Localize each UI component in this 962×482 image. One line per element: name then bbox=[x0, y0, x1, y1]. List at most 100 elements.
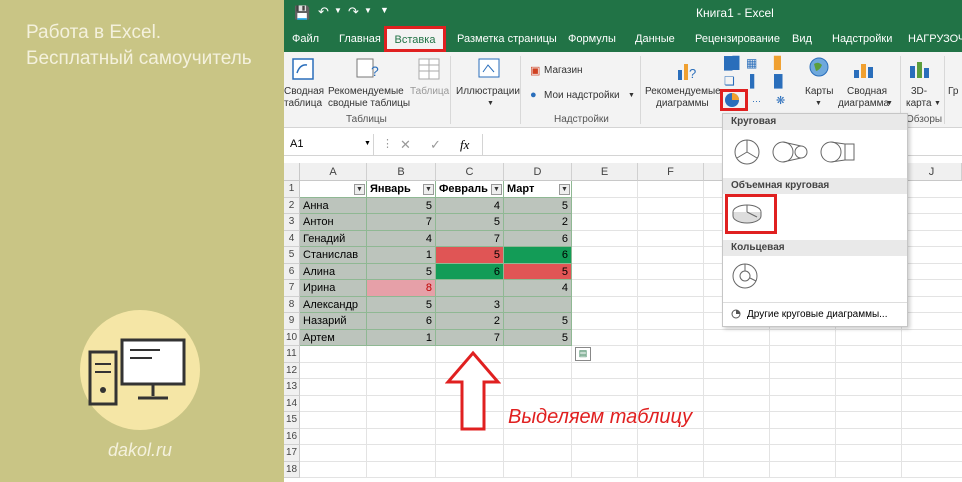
table-cell[interactable]: Анна bbox=[300, 197, 367, 214]
filter-dropdown-icon[interactable]: ▼ bbox=[491, 184, 502, 195]
pivot-chart-dropdown-icon[interactable]: ▼ bbox=[886, 100, 893, 107]
row-header[interactable]: 6 bbox=[284, 263, 300, 280]
table-cell[interactable]: 5 bbox=[504, 313, 572, 330]
column-header-e[interactable]: E bbox=[572, 163, 638, 181]
my-addins-icon[interactable]: ● bbox=[530, 89, 537, 101]
pivot-table-icon[interactable] bbox=[292, 58, 314, 80]
undo-dropdown-icon[interactable]: ▼ bbox=[334, 6, 342, 15]
donut-icon[interactable] bbox=[731, 262, 759, 290]
recommended-charts-label2[interactable]: диаграммы bbox=[656, 98, 709, 110]
recommended-pivot-icon[interactable]: ? bbox=[356, 58, 380, 80]
table-cell[interactable]: 3 bbox=[436, 296, 504, 313]
pie-of-pie-icon[interactable] bbox=[771, 140, 811, 164]
table-cell[interactable]: 5 bbox=[504, 263, 572, 280]
column-header-b[interactable]: B bbox=[367, 163, 436, 181]
scatter-chart-icon[interactable]: ⋯ bbox=[752, 96, 761, 107]
undo-icon[interactable]: ↶ bbox=[318, 4, 329, 20]
table-cell[interactable]: Ирина bbox=[300, 280, 367, 297]
table-cell[interactable]: Антон bbox=[300, 214, 367, 231]
recommended-charts-icon[interactable]: ? bbox=[676, 58, 700, 82]
column-header-j[interactable]: J bbox=[902, 163, 962, 181]
row-header[interactable]: 16 bbox=[284, 428, 300, 445]
row-header[interactable]: 14 bbox=[284, 395, 300, 412]
table-cell[interactable]: Александр bbox=[300, 296, 367, 313]
table-cell[interactable]: 2 bbox=[504, 214, 572, 231]
illustrations-dropdown-icon[interactable]: ▼ bbox=[487, 100, 494, 107]
tab-insert[interactable]: Вставка bbox=[384, 26, 446, 52]
redo-icon[interactable]: ↷ bbox=[348, 4, 359, 20]
filter-dropdown-icon[interactable]: ▼ bbox=[423, 184, 434, 195]
table-cell[interactable]: 4 bbox=[436, 197, 504, 214]
row-header[interactable]: 1 bbox=[284, 181, 300, 198]
tab-review[interactable]: Рецензирование bbox=[695, 33, 780, 45]
table-icon[interactable] bbox=[418, 58, 440, 80]
row-header[interactable]: 3 bbox=[284, 214, 300, 231]
column-header-d[interactable]: D bbox=[504, 163, 572, 181]
pivot-chart-label2[interactable]: диаграмма bbox=[838, 98, 889, 110]
pivot-table-label2[interactable]: таблица bbox=[284, 98, 322, 110]
recommended-charts-label1[interactable]: Рекомендуемые bbox=[645, 86, 721, 98]
tab-load[interactable]: НАГРУЗОЧ bbox=[908, 33, 962, 45]
table-label[interactable]: Таблица bbox=[410, 86, 449, 98]
table-cell[interactable]: 5 bbox=[367, 197, 436, 214]
table-cell[interactable]: 7 bbox=[436, 329, 504, 346]
table-cell[interactable]: 6 bbox=[436, 263, 504, 280]
table-cell[interactable]: 4 bbox=[504, 280, 572, 297]
tab-formulas[interactable]: Формулы bbox=[568, 33, 616, 45]
3d-map-label2[interactable]: карта bbox=[906, 98, 932, 110]
table-cell[interactable]: 8 bbox=[367, 280, 436, 297]
3d-map-label1[interactable]: 3D- bbox=[911, 86, 927, 98]
pivot-table-label1[interactable]: Сводная bbox=[284, 86, 324, 98]
column-chart-icon[interactable]: █▊ bbox=[724, 56, 742, 70]
table-cell[interactable]: 5 bbox=[436, 247, 504, 264]
table-cell[interactable]: 7 bbox=[367, 214, 436, 231]
select-all-corner[interactable] bbox=[284, 163, 300, 181]
row-header[interactable]: 8 bbox=[284, 296, 300, 313]
row-header[interactable]: 15 bbox=[284, 412, 300, 429]
sparklines-label[interactable]: Гр bbox=[948, 86, 958, 98]
column-header-a[interactable]: A bbox=[300, 163, 367, 181]
quick-analysis-icon[interactable]: ▤ bbox=[575, 347, 591, 361]
table-cell[interactable]: 7 bbox=[436, 230, 504, 247]
row-header[interactable]: 2 bbox=[284, 197, 300, 214]
my-addins-dropdown-icon[interactable]: ▼ bbox=[628, 92, 635, 99]
pivot-chart-label1[interactable]: Сводная bbox=[847, 86, 887, 98]
row-header[interactable]: 7 bbox=[284, 280, 300, 297]
filter-dropdown-icon[interactable]: ▼ bbox=[559, 184, 570, 195]
surface-chart-icon[interactable]: ❋ bbox=[776, 94, 785, 107]
row-header[interactable]: 18 bbox=[284, 461, 300, 478]
table-cell[interactable]: Станислав bbox=[300, 247, 367, 264]
table-cell[interactable]: 5 bbox=[436, 214, 504, 231]
table-cell[interactable]: 5 bbox=[367, 263, 436, 280]
illustrations-icon[interactable] bbox=[478, 58, 500, 78]
tab-file[interactable]: Файл bbox=[292, 33, 319, 45]
table-cell[interactable]: Алина bbox=[300, 263, 367, 280]
3d-map-icon[interactable] bbox=[908, 58, 932, 80]
table-cell[interactable]: 2 bbox=[436, 313, 504, 330]
hierarchy-chart-icon[interactable]: ▦ bbox=[746, 56, 757, 70]
table-cell[interactable]: 6 bbox=[504, 247, 572, 264]
row-header[interactable]: 11 bbox=[284, 346, 300, 363]
table-cell[interactable] bbox=[504, 296, 572, 313]
table-cell[interactable]: 6 bbox=[367, 313, 436, 330]
pivot-chart-icon[interactable] bbox=[852, 58, 876, 80]
insert-function-icon[interactable]: fx bbox=[460, 137, 469, 153]
column-header-c[interactable]: C bbox=[436, 163, 504, 181]
table-cell[interactable]: 1 bbox=[367, 247, 436, 264]
table-cell[interactable]: Артем bbox=[300, 329, 367, 346]
3d-map-dropdown-icon[interactable]: ▼ bbox=[934, 100, 941, 107]
table-cell[interactable]: 1 bbox=[367, 329, 436, 346]
table-cell[interactable]: 4 bbox=[367, 230, 436, 247]
column-header-f[interactable]: F bbox=[638, 163, 704, 181]
row-header[interactable]: 4 bbox=[284, 230, 300, 247]
maps-label[interactable]: Карты bbox=[805, 86, 834, 98]
store-icon[interactable]: ▣ bbox=[530, 64, 540, 77]
name-box-dropdown-icon[interactable]: ▼ bbox=[364, 140, 371, 147]
save-icon[interactable]: 💾 bbox=[294, 5, 310, 21]
name-box[interactable]: A1 bbox=[284, 134, 374, 155]
table-cell[interactable]: 5 bbox=[367, 296, 436, 313]
recommended-pivot-label1[interactable]: Рекомендуемые bbox=[328, 86, 404, 98]
bar-of-pie-icon[interactable] bbox=[819, 140, 859, 164]
row-header[interactable]: 10 bbox=[284, 329, 300, 346]
tab-data[interactable]: Данные bbox=[635, 33, 675, 45]
